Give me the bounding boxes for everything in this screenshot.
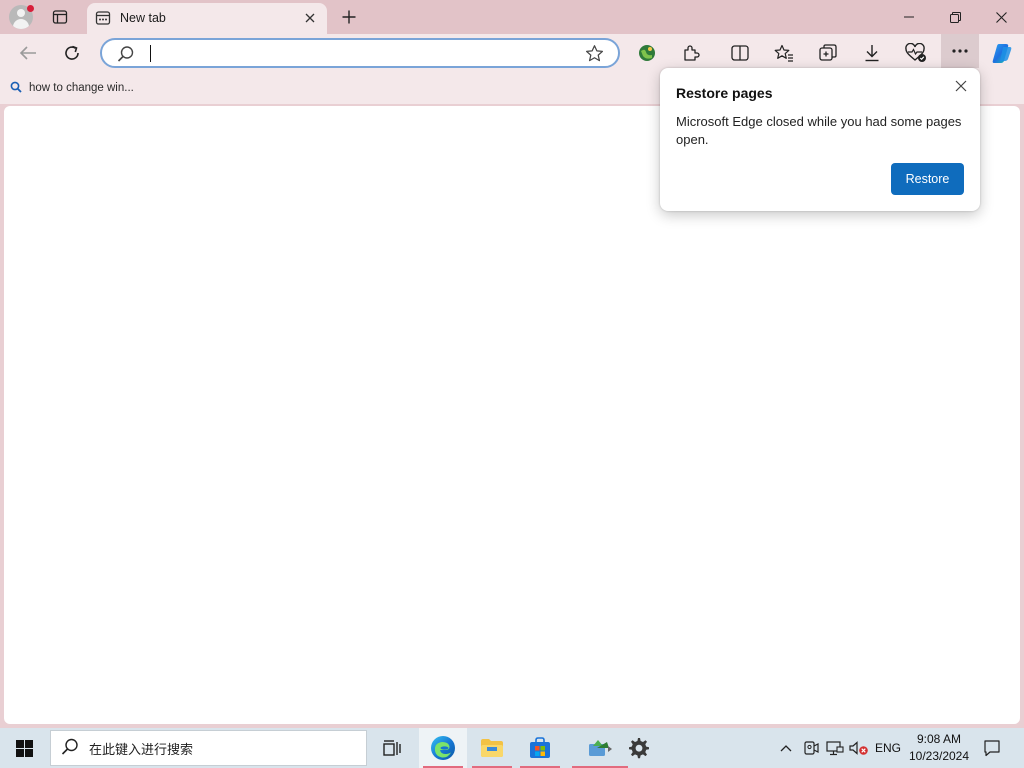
collections-icon[interactable]	[812, 38, 844, 68]
favorites-icon[interactable]	[768, 38, 800, 68]
refresh-icon[interactable]	[56, 38, 88, 68]
file-explorer-icon[interactable]	[468, 728, 516, 768]
back-icon[interactable]	[12, 38, 44, 68]
text-cursor	[150, 45, 151, 62]
address-bar[interactable]	[100, 38, 620, 68]
settings-gear-icon[interactable]	[614, 728, 662, 768]
task-view-icon[interactable]	[368, 728, 416, 768]
restore-window-button[interactable]	[932, 0, 978, 34]
search-icon	[117, 45, 135, 66]
restore-button[interactable]: Restore	[891, 163, 964, 195]
tab-title: New tab	[120, 11, 166, 25]
close-tab-icon[interactable]	[301, 9, 319, 27]
search-icon	[61, 738, 79, 759]
favorite-item-label: how to change win...	[29, 82, 134, 94]
minimize-button[interactable]	[886, 0, 932, 34]
favorite-item[interactable]: how to change win...	[10, 79, 134, 97]
popup-message: Microsoft Edge closed while you had some…	[676, 114, 962, 147]
settings-and-more-button[interactable]	[941, 34, 979, 68]
volume-muted-icon[interactable]	[848, 728, 870, 768]
extensions-puzzle-icon[interactable]	[675, 38, 707, 68]
taskbar-search-placeholder: 在此键入进行搜索	[89, 741, 194, 757]
split-screen-icon[interactable]	[724, 38, 756, 68]
system-clock[interactable]: 9:08 AM 10/23/2024	[904, 731, 974, 765]
profile-notification-dot	[27, 5, 34, 12]
toolbar	[0, 34, 1024, 72]
meet-now-icon[interactable]	[800, 728, 822, 768]
popup-title: Restore pages	[676, 85, 773, 101]
close-icon[interactable]	[950, 75, 972, 97]
input-language-indicator[interactable]: ENG	[872, 728, 904, 768]
network-icon[interactable]	[824, 728, 846, 768]
downloads-icon[interactable]	[856, 38, 888, 68]
tab-actions-menu-icon[interactable]	[48, 5, 72, 29]
taskbar: 在此键入进行搜索 ENG 9:08 AM 10/23/2024	[0, 728, 1024, 768]
notifications-icon[interactable]	[978, 728, 1006, 768]
show-hidden-icons-chevron-icon[interactable]	[775, 728, 797, 768]
close-window-button[interactable]	[978, 0, 1024, 34]
clock-time: 9:08 AM	[916, 732, 962, 746]
new-tab-page-icon	[95, 10, 111, 29]
windows-start-button[interactable]	[0, 728, 48, 768]
new-tab-button[interactable]	[337, 5, 361, 29]
restore-pages-popup: Restore pages Microsoft Edge closed whil…	[660, 68, 980, 211]
browser-essentials-icon[interactable]	[900, 38, 932, 68]
tab-new-tab[interactable]: New tab	[87, 3, 327, 34]
microsoft-store-icon[interactable]	[516, 728, 564, 768]
taskbar-search-box[interactable]: 在此键入进行搜索	[50, 730, 367, 766]
extension-globe-icon[interactable]	[631, 38, 663, 68]
favorite-star-icon[interactable]	[585, 44, 604, 66]
search-icon	[10, 81, 22, 96]
clock-date: 10/23/2024	[908, 749, 970, 763]
address-input[interactable]	[154, 43, 574, 63]
copilot-icon[interactable]	[986, 38, 1018, 68]
edge-browser-icon[interactable]	[419, 728, 467, 768]
title-bar: New tab	[0, 0, 1024, 34]
